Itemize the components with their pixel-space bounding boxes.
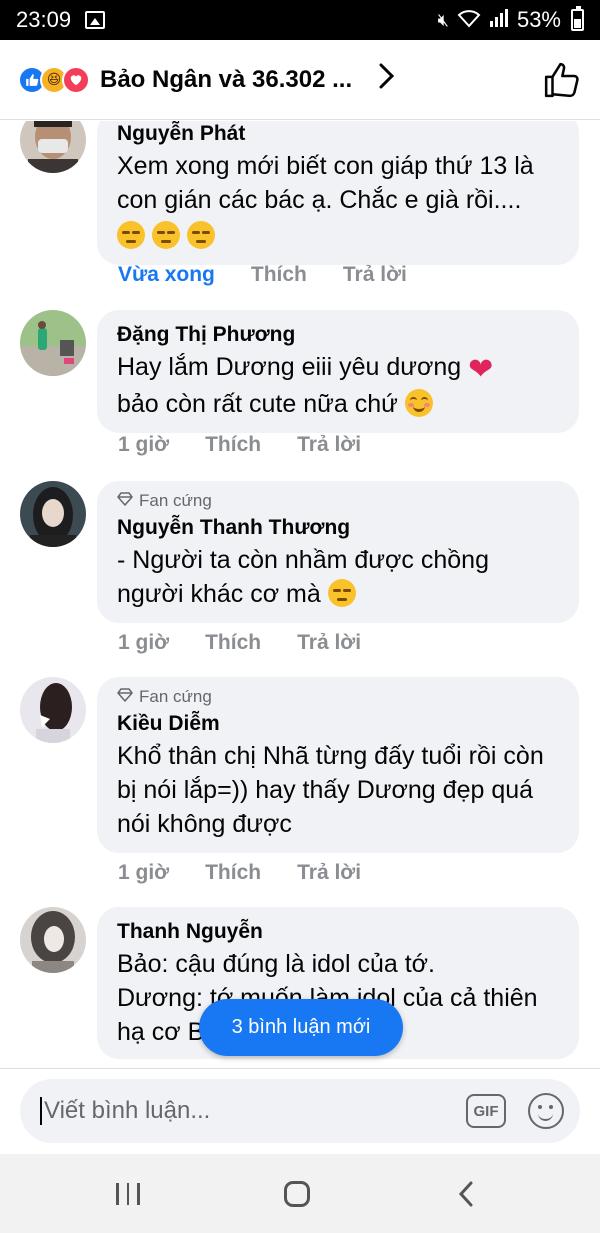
comment-bubble[interactable]: Nguyễn Phát Xem xong mới biết con giáp t… xyxy=(97,121,579,265)
chevron-right-icon[interactable] xyxy=(378,62,396,98)
comment-bubble[interactable]: Fan cứng Nguyễn Thanh Thương - Người ta … xyxy=(97,481,579,623)
top-fan-badge: Fan cứng xyxy=(117,491,559,511)
comment-actions: 1 giờ Thích Trả lời xyxy=(118,861,361,885)
reactions-title[interactable]: Bảo Ngân và 36.302 ... xyxy=(100,66,352,94)
pensive-emoji-icon xyxy=(186,221,215,249)
like-button[interactable]: Thích xyxy=(205,433,261,457)
comment-text-body: - Người ta còn nhầm được chồng người khá… xyxy=(117,546,489,608)
comment-input-box[interactable]: Viết bình luận... GIF xyxy=(20,1079,580,1143)
pensive-emoji-icon xyxy=(117,221,145,249)
red-heart-emoji-icon: ❤ xyxy=(468,353,494,386)
comment-text: Xem xong mới biết con giáp thứ 13 là con… xyxy=(117,149,559,253)
mute-icon: 🔇︎ xyxy=(437,9,449,30)
avatar[interactable] xyxy=(20,310,86,376)
commenter-name[interactable]: Kiều Diễm xyxy=(117,709,559,739)
reply-button[interactable]: Trả lời xyxy=(297,433,361,457)
wifi-icon xyxy=(457,8,481,33)
emoji-row xyxy=(117,219,559,253)
comment-text-line: bảo còn rất cute nữa chứ xyxy=(117,390,398,418)
commenter-name[interactable]: Thanh Nguyễn xyxy=(117,917,559,947)
avatar[interactable] xyxy=(20,481,86,547)
gem-icon xyxy=(117,491,133,511)
comment-time[interactable]: Vừa xong xyxy=(118,263,215,287)
like-button[interactable]: Thích xyxy=(251,263,307,287)
comment-text-line: Bảo: cậu đúng là idol của tớ. xyxy=(117,950,435,978)
comment-text: - Người ta còn nhầm được chồng người khá… xyxy=(117,543,559,611)
like-button[interactable]: Thích xyxy=(205,861,261,885)
gif-icon[interactable]: GIF xyxy=(466,1094,506,1128)
badge-label: Fan cứng xyxy=(139,687,212,706)
emoji-icon[interactable] xyxy=(528,1093,564,1129)
reactions-header[interactable]: 😆︎ Bảo Ngân và 36.302 ... xyxy=(0,40,600,120)
reaction-summary[interactable]: 😆︎ xyxy=(18,65,90,94)
comment-text-line: Hay lắm Dương eiii yêu dương xyxy=(117,353,462,381)
comment-bubble[interactable]: Đặng Thị Phương Hay lắm Dương eiii yêu d… xyxy=(97,310,579,433)
reply-button[interactable]: Trả lời xyxy=(297,631,361,655)
comment-input[interactable]: Viết bình luận... xyxy=(40,1097,466,1125)
reply-button[interactable]: Trả lời xyxy=(343,263,407,287)
system-nav-bar xyxy=(0,1154,600,1233)
gem-icon xyxy=(117,687,133,707)
gallery-notification-icon xyxy=(85,11,106,29)
commenter-name[interactable]: Nguyễn Phát xyxy=(117,121,559,149)
badge-label: Fan cứng xyxy=(139,491,212,510)
back-icon[interactable] xyxy=(452,1178,480,1210)
comment-text-body: Xem xong mới biết con giáp thứ 13 là con… xyxy=(117,152,534,214)
top-fan-badge: Fan cứng xyxy=(117,687,559,707)
love-reaction-icon xyxy=(62,65,90,94)
comment-actions: 1 giờ Thích Trả lời xyxy=(118,433,361,457)
comment-time[interactable]: 1 giờ xyxy=(118,433,169,457)
blush-emoji-icon xyxy=(404,389,433,417)
thumbs-up-icon[interactable] xyxy=(542,60,582,100)
commenter-name[interactable]: Nguyễn Thanh Thương xyxy=(117,513,559,543)
reply-button[interactable]: Trả lời xyxy=(297,861,361,885)
comment-time[interactable]: 1 giờ xyxy=(118,861,169,885)
like-button[interactable]: Thích xyxy=(205,631,261,655)
comment-text-line: hạ cơ B xyxy=(117,1018,205,1046)
signal-icon xyxy=(489,8,509,33)
comment-time[interactable]: 1 giờ xyxy=(118,631,169,655)
avatar[interactable] xyxy=(20,121,86,173)
pensive-emoji-icon xyxy=(151,221,180,249)
new-comments-button[interactable]: 3 bình luận mới xyxy=(199,999,403,1056)
comment-bubble[interactable]: Fan cứng Kiều Diễm Khổ thân chị Nhã từng… xyxy=(97,677,579,853)
battery-percent: 53% xyxy=(516,7,561,32)
status-time: 23:09 xyxy=(16,7,72,32)
commenter-name[interactable]: Đặng Thị Phương xyxy=(117,320,559,350)
comment-actions: 1 giờ Thích Trả lời xyxy=(118,631,361,655)
avatar[interactable] xyxy=(20,907,86,973)
comment-list[interactable]: Nguyễn Phát Xem xong mới biết con giáp t… xyxy=(0,121,600,1067)
recents-icon[interactable] xyxy=(112,1182,144,1206)
status-icons: 🔇︎ 53% xyxy=(437,6,584,33)
battery-icon xyxy=(571,6,584,31)
comment-text: Khổ thân chị Nhã từng đấy tuổi rồi còn b… xyxy=(117,742,544,838)
status-bar: 23:09 🔇︎ 53% xyxy=(0,0,600,40)
comment-composer: Viết bình luận... GIF xyxy=(0,1068,600,1154)
avatar[interactable] xyxy=(20,677,86,743)
relieved-emoji-icon xyxy=(327,579,356,607)
comment-actions: Vừa xong Thích Trả lời xyxy=(118,263,407,287)
home-icon[interactable] xyxy=(284,1181,310,1207)
comment-text: Hay lắm Dương eiii yêu dương ❤ bảo còn r… xyxy=(117,350,559,421)
